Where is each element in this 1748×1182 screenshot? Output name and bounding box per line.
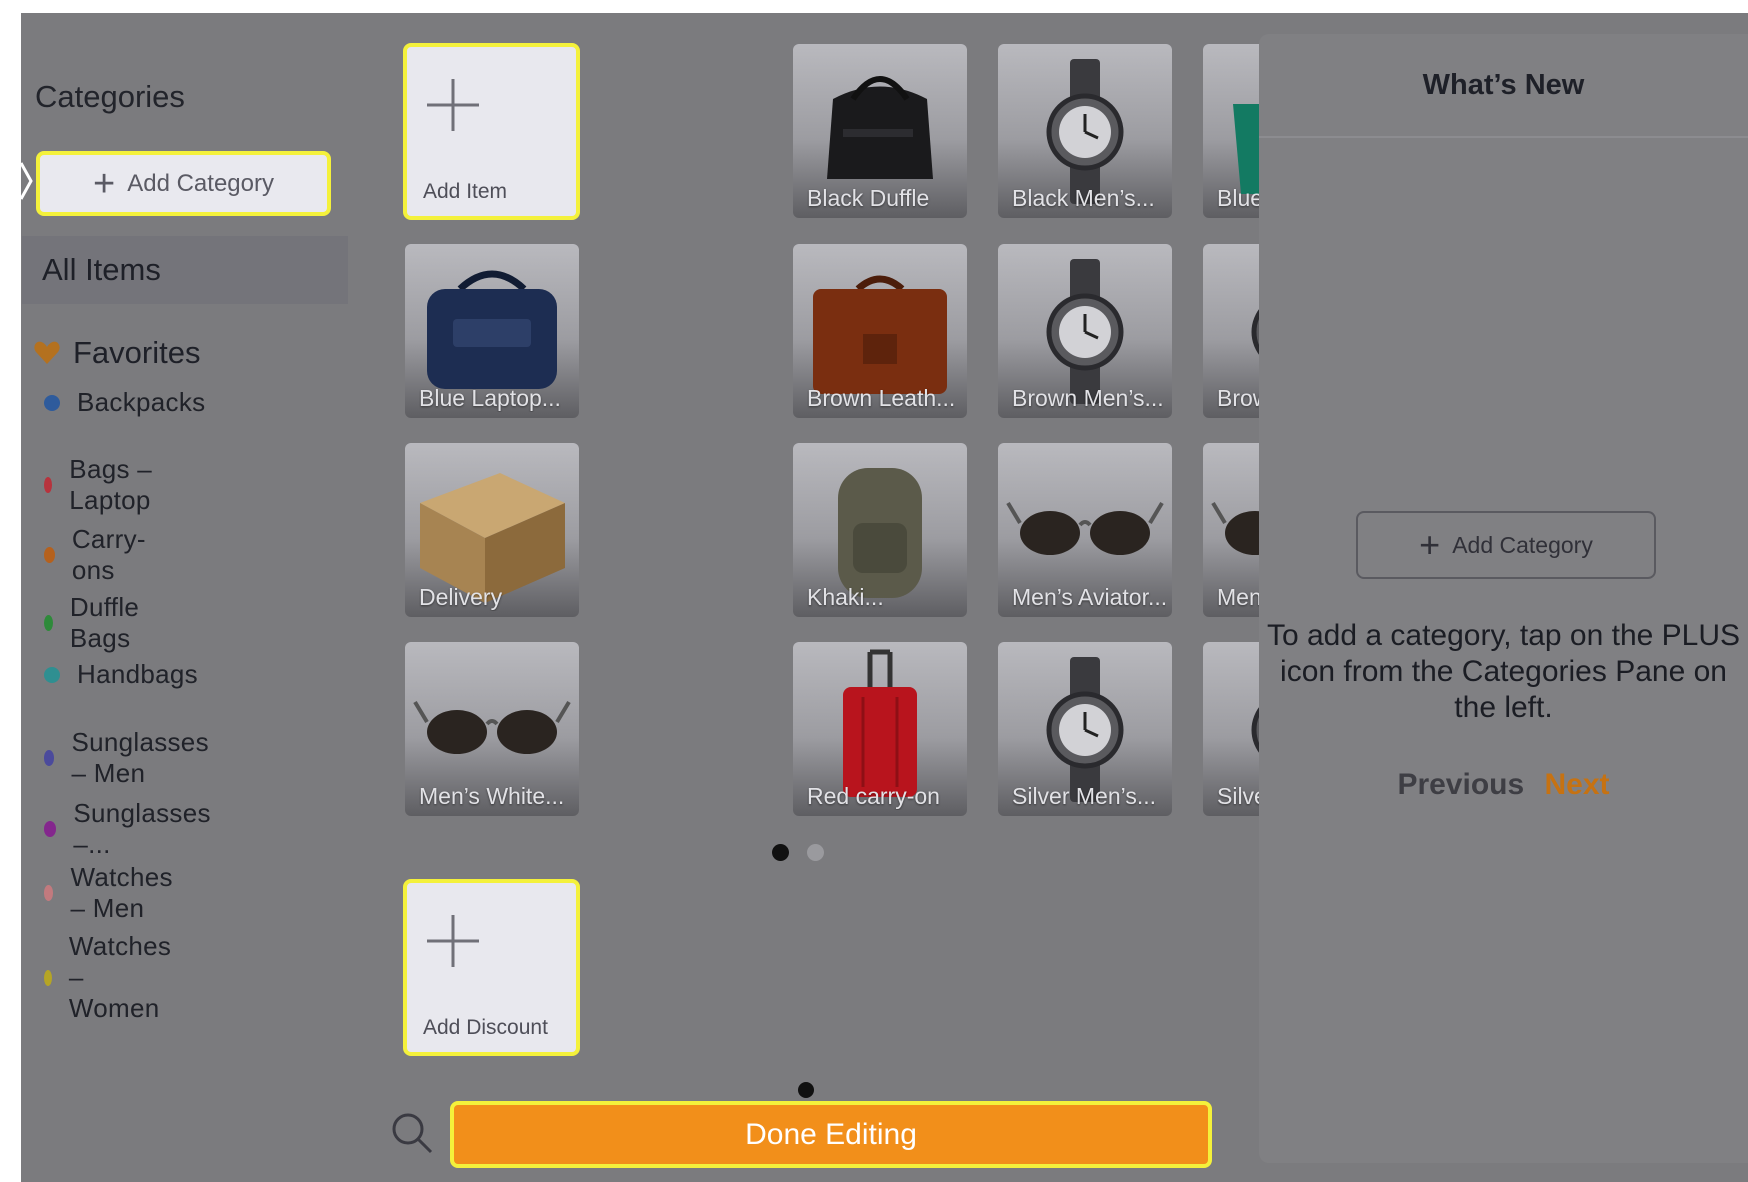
sidebar-category-item[interactable]: Duffle Bags	[41, 592, 146, 654]
item-tile[interactable]: Blue Laptop...	[405, 244, 579, 418]
page-indicator-dot-active[interactable]	[772, 844, 789, 861]
category-color-dot	[44, 821, 57, 837]
sidebar-item-label: Backpacks	[77, 387, 206, 417]
sidebar-category-item[interactable]: Carry-ons	[41, 524, 151, 586]
add-category-button[interactable]: + Add Category	[36, 151, 331, 216]
sidebar-category-item[interactable]: Handbags	[41, 659, 198, 690]
whats-new-add-category-button[interactable]: + Add Category	[1356, 511, 1656, 579]
page-indicator-dot-active[interactable]	[798, 1082, 814, 1098]
sidebar-category-item[interactable]: Backpacks	[41, 387, 205, 418]
category-color-dot	[44, 394, 60, 411]
sidebar-category-item[interactable]: Watches – Women	[41, 931, 179, 1024]
whats-new-title: What’s New	[1259, 34, 1748, 138]
category-color-dot	[44, 547, 55, 563]
heart-icon	[34, 341, 60, 364]
category-color-dot	[44, 477, 53, 493]
sidebar-item-favorites[interactable]: Favorites	[33, 335, 200, 371]
item-tile-label: Brown Men’s...	[1012, 385, 1164, 411]
whats-new-navigation: Previous Next	[1259, 768, 1748, 802]
category-color-dot	[44, 969, 52, 986]
plus-icon: +	[93, 162, 116, 205]
plus-icon	[427, 79, 479, 131]
item-tile-label: Men’s White...	[419, 783, 565, 809]
page-indicator-dot[interactable]	[807, 844, 824, 861]
add-category-label: Add Category	[1452, 531, 1593, 558]
item-tile[interactable]: Red carry-on	[793, 642, 967, 816]
sidebar-category-item[interactable]: Watches – Men	[41, 862, 179, 924]
sidebar-category-item[interactable]: Sunglasses –...	[41, 798, 214, 860]
item-tile-label: Khaki...	[807, 584, 884, 610]
item-tile[interactable]: Silver Men’s...	[998, 642, 1172, 816]
category-color-dot	[44, 750, 55, 766]
search-icon[interactable]	[390, 1111, 434, 1155]
done-editing-button[interactable]: Done Editing	[450, 1101, 1212, 1168]
add-category-label: Add Category	[127, 169, 274, 197]
sidebar-category-item[interactable]: Sunglasses – Men	[41, 727, 214, 789]
sidebar-item-all-items[interactable]: All Items	[22, 236, 348, 304]
add-discount-label: Add Discount	[423, 1016, 548, 1039]
sidebar-item-label: Favorites	[73, 335, 201, 370]
sidebar-item-label: All Items	[42, 252, 161, 287]
item-tile-label: Delivery	[419, 584, 503, 610]
item-tile[interactable]: Men’s Aviator...	[998, 443, 1172, 617]
chevron-right-icon	[21, 162, 33, 200]
category-color-dot	[44, 885, 54, 901]
plus-icon: +	[1419, 524, 1441, 565]
next-link[interactable]: Next	[1545, 768, 1610, 801]
item-tile[interactable]: Khaki...	[793, 443, 967, 617]
sidebar-item-label: Watches – Women	[68, 931, 172, 1023]
whats-new-message: To add a category, tap on the PLUS icon …	[1266, 619, 1741, 724]
item-tile[interactable]: Black Duffle	[793, 44, 967, 218]
sidebar-item-label: Sunglasses – Men	[71, 727, 209, 788]
item-tile-label: Silver Men’s...	[1012, 783, 1157, 809]
add-item-label: Add Item	[423, 180, 508, 203]
item-tile-label: Brown Leath...	[807, 385, 956, 411]
item-tile[interactable]: Delivery	[405, 443, 579, 617]
sidebar-item-label: Bags – Laptop	[69, 454, 153, 515]
item-tile[interactable]: Black Men’s...	[998, 44, 1172, 218]
previous-link[interactable]: Previous	[1397, 768, 1524, 801]
sidebar-item-label: Handbags	[77, 659, 198, 689]
item-tile-label: Red carry-on	[807, 783, 940, 809]
category-color-dot	[44, 615, 53, 631]
sidebar-item-label: Carry-ons	[71, 524, 146, 585]
item-tile[interactable]: Brown Men’s...	[998, 244, 1172, 418]
sidebar-item-label: Duffle Bags	[69, 592, 140, 653]
whats-new-pane: What’s New + Add Category To add a categ…	[1259, 34, 1748, 1163]
plus-icon	[427, 915, 479, 967]
item-tile[interactable]: Brown Leath...	[793, 244, 967, 418]
app-window: Categories + Add Category All Items Favo…	[21, 13, 1748, 1182]
sidebar-item-label: Sunglasses –...	[73, 798, 211, 859]
item-tile[interactable]: Men’s White...	[405, 642, 579, 816]
add-discount-tile[interactable]: Add Discount	[403, 879, 580, 1056]
item-tile-label: Blue Laptop...	[419, 385, 561, 411]
category-color-dot	[44, 666, 60, 683]
sidebar-item-label: Watches – Men	[70, 862, 173, 923]
add-item-tile[interactable]: Add Item	[403, 43, 580, 220]
item-tile-label: Black Men’s...	[1012, 185, 1155, 211]
categories-title: Categories	[35, 79, 185, 114]
item-tile-label: Black Duffle	[807, 185, 930, 211]
sidebar-category-item[interactable]: Bags – Laptop	[41, 454, 158, 516]
item-tile-label: Men’s Aviator...	[1012, 584, 1166, 610]
